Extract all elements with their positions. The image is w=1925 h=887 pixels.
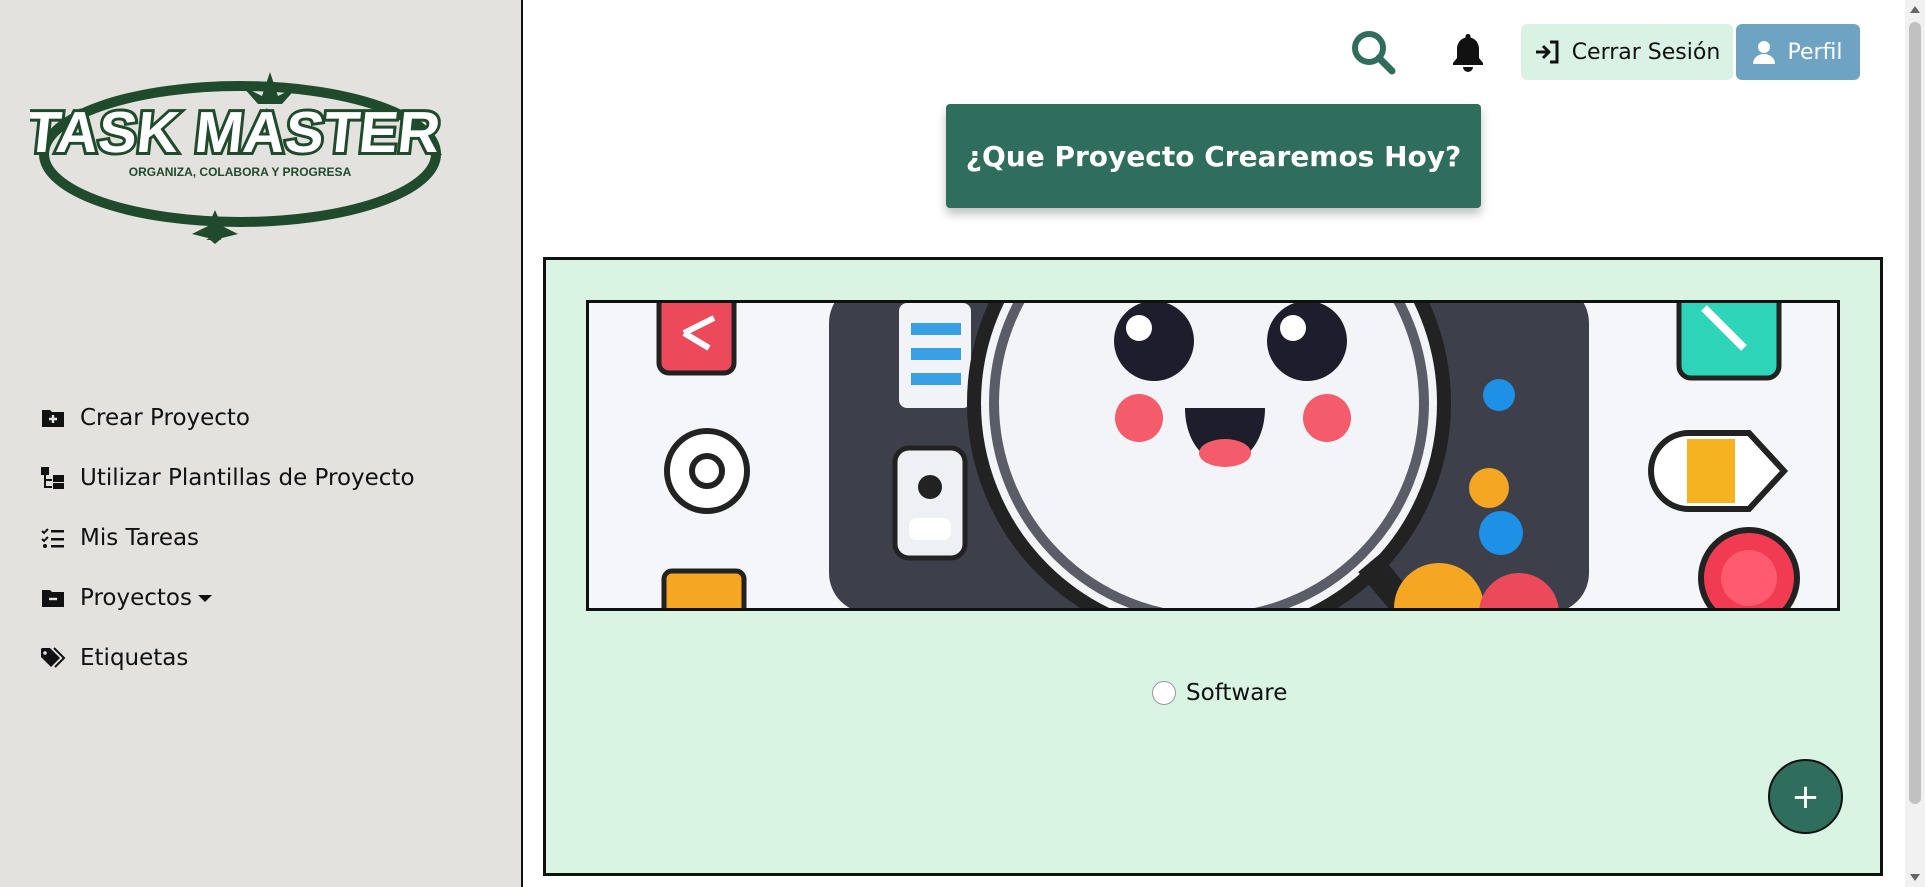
main-content: Cerrar Sesión Perfil ¿Que Proyecto Crear… xyxy=(525,0,1905,887)
sidebar: TASK MASTER ORGANIZA, COLABORA Y PROGRES… xyxy=(0,0,523,887)
add-template-button[interactable]: + xyxy=(1768,759,1843,834)
page-title: ¿Que Proyecto Crearemos Hoy? xyxy=(946,104,1481,208)
task-master-logo[interactable]: TASK MASTER ORGANIZA, COLABORA Y PROGRES… xyxy=(19,64,450,244)
sidebar-item-etiquetas[interactable]: Etiquetas xyxy=(40,628,415,688)
notifications-button[interactable] xyxy=(1440,24,1496,80)
template-option-software[interactable]: Software xyxy=(1152,680,1287,706)
tags-icon xyxy=(40,645,66,671)
sidebar-item-label: Crear Proyecto xyxy=(80,405,251,431)
template-option-label: Software xyxy=(1186,680,1288,706)
sidebar-item-label: Utilizar Plantillas de Proyecto xyxy=(80,465,415,491)
logout-button[interactable]: Cerrar Sesión xyxy=(1521,24,1733,80)
sidebar-item-label: Etiquetas xyxy=(80,645,189,671)
sidebar-item-crear-proyecto[interactable]: Crear Proyecto xyxy=(40,388,415,448)
sidebar-item-proyectos[interactable]: Proyectos xyxy=(40,568,415,628)
caret-down-icon[interactable] xyxy=(197,594,212,602)
sidebar-item-mis-tareas[interactable]: Mis Tareas xyxy=(40,508,415,568)
plus-icon: + xyxy=(1791,776,1820,817)
sidebar-item-label: Mis Tareas xyxy=(80,525,200,551)
folder-minus-icon xyxy=(40,585,66,611)
search-icon xyxy=(1352,31,1396,75)
bell-icon xyxy=(1453,34,1483,72)
template-radio[interactable] xyxy=(1152,681,1176,705)
sign-in-icon xyxy=(1535,40,1559,64)
scroll-thumb[interactable] xyxy=(1909,22,1921,804)
folder-plus-icon xyxy=(40,405,66,431)
scroll-down-icon[interactable] xyxy=(1910,874,1920,881)
folder-tree-icon xyxy=(40,465,66,491)
scroll-up-icon[interactable] xyxy=(1910,6,1920,13)
list-check-icon xyxy=(40,525,66,551)
sidebar-item-plantillas[interactable]: Utilizar Plantillas de Proyecto xyxy=(40,448,415,508)
svg-text:ORGANIZA, COLABORA Y PROGRESA: ORGANIZA, COLABORA Y PROGRESA xyxy=(129,165,352,179)
logout-label: Cerrar Sesión xyxy=(1571,39,1721,65)
sidebar-nav: Crear Proyecto Utilizar Plantillas de Pr… xyxy=(40,388,415,688)
page-scrollbar[interactable] xyxy=(1905,0,1925,887)
profile-label: Perfil xyxy=(1787,39,1843,65)
template-image[interactable] xyxy=(586,300,1840,611)
profile-button[interactable]: Perfil xyxy=(1736,24,1860,80)
user-icon xyxy=(1753,41,1776,64)
search-button[interactable] xyxy=(1345,24,1401,80)
sidebar-item-label: Proyectos xyxy=(80,585,192,611)
template-panel: Software + xyxy=(543,257,1883,876)
svg-text:TASK MASTER: TASK MASTER xyxy=(30,100,443,165)
